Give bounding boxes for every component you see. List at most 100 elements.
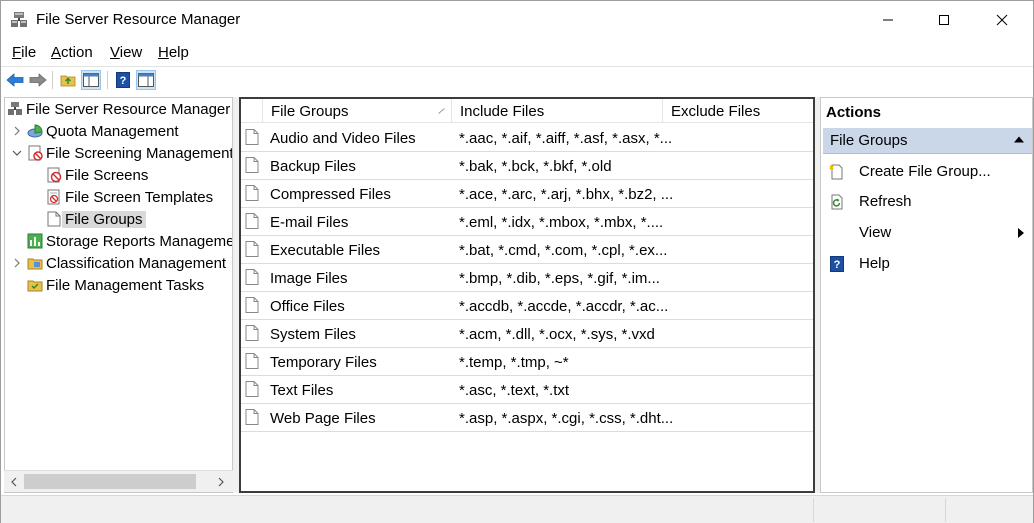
tree-item-file-groups[interactable]: File Groups <box>46 208 146 230</box>
action-view[interactable]: View <box>821 220 1032 246</box>
action-refresh[interactable]: Refresh <box>821 189 1032 215</box>
tree-item-storage-reports-management[interactable]: Storage Reports Manageme <box>27 230 232 252</box>
list-item[interactable]: System Files *.acm, *.dll, *.ocx, *.sys, … <box>241 320 813 348</box>
actions-title: Actions <box>826 104 882 121</box>
console-tree-icon <box>83 73 99 87</box>
file-group-name: Backup Files <box>270 158 356 175</box>
minimize-icon <box>883 19 893 21</box>
list-item[interactable]: Web Page Files *.asp, *.aspx, *.cgi, *.cs… <box>241 404 813 432</box>
list-item[interactable]: Office Files *.accdb, *.accde, *.accdr, *… <box>241 292 813 320</box>
list-item[interactable]: Temporary Files *.temp, *.tmp, ~* <box>241 348 813 376</box>
server-manager-icon <box>8 102 22 115</box>
actions-section-header[interactable]: File Groups <box>823 128 1032 154</box>
file-group-icon <box>245 297 259 313</box>
col-icon-header <box>241 99 263 123</box>
file-group-name: Image Files <box>270 270 348 287</box>
tree-item-file-screens[interactable]: File Screens <box>46 164 148 186</box>
scroll-right-icon[interactable] <box>214 474 228 490</box>
include-files-value: *.asp, *.aspx, *.cgi, *.css, *.dht... <box>459 410 674 427</box>
file-group-icon <box>245 213 259 229</box>
menu-help[interactable]: Help <box>158 44 189 61</box>
file-group-name: Compressed Files <box>270 186 391 203</box>
tree-item-quota-management[interactable]: Quota Management <box>11 120 179 142</box>
show-hide-console-tree-button[interactable] <box>81 70 101 90</box>
help-toolbar-button[interactable]: ? <box>113 70 133 90</box>
tree-root[interactable]: File Server Resource Manager ( <box>7 98 232 120</box>
file-group-icon <box>245 409 259 425</box>
sort-ascending-icon <box>438 108 445 114</box>
back-button[interactable] <box>5 70 25 90</box>
refresh-icon <box>831 194 843 210</box>
file-group-icon <box>245 381 259 397</box>
close-button[interactable] <box>979 1 1025 39</box>
up-one-level-button[interactable] <box>58 70 78 90</box>
action-help[interactable]: ? Help <box>821 251 1032 277</box>
tree-item-file-screening-management[interactable]: File Screening Management <box>11 142 232 164</box>
tree-item-classification-management[interactable]: Classification Management <box>11 252 226 274</box>
action-pane-icon <box>138 73 154 87</box>
scrollbar-thumb[interactable] <box>24 474 196 489</box>
scroll-left-icon[interactable] <box>7 474 21 490</box>
file-group-icon <box>245 353 259 369</box>
menu-view[interactable]: View <box>110 44 142 61</box>
maximize-icon <box>939 15 949 25</box>
collapse-triangle-icon[interactable] <box>1014 136 1024 143</box>
quota-icon <box>27 124 43 138</box>
chevron-right-icon[interactable] <box>11 125 23 137</box>
list-item[interactable]: Executable Files *.bat, *.cmd, *.com, *.c… <box>241 236 813 264</box>
title-bar: File Server Resource Manager <box>1 1 1033 39</box>
list-item[interactable]: E-mail Files *.eml, *.idx, *.mbox, *.mbx,… <box>241 208 813 236</box>
include-files-value: *.bak, *.bck, *.bkf, *.old <box>459 158 612 175</box>
list-header: File Groups Include Files Exclude Files <box>241 99 813 123</box>
show-hide-action-pane-button[interactable] <box>136 70 156 90</box>
chevron-down-icon[interactable] <box>11 147 23 159</box>
file-groups-list: File Groups Include Files Exclude Files … <box>239 97 815 493</box>
close-icon <box>996 14 1008 26</box>
file-group-name: Temporary Files <box>270 354 377 371</box>
include-files-value: *.eml, *.idx, *.mbox, *.mbx, *.... <box>459 214 664 231</box>
app-window: File Server Resource Manager File Action… <box>0 0 1034 523</box>
tree-item-file-management-tasks[interactable]: File Management Tasks <box>27 274 204 296</box>
toolbar: ? <box>1 66 1033 92</box>
svg-text:?: ? <box>120 75 127 87</box>
include-files-value: *.ace, *.arc, *.arj, *.bhx, *.bz2, ... <box>459 186 674 203</box>
storage-reports-icon <box>27 233 43 249</box>
status-segment <box>945 498 1033 522</box>
include-files-value: *.bmp, *.dib, *.eps, *.gif, *.im... <box>459 270 660 287</box>
file-screen-template-icon <box>47 189 60 205</box>
include-files-value: *.bat, *.cmd, *.com, *.cpl, *.ex... <box>459 242 668 259</box>
menu-action[interactable]: Action <box>51 44 93 61</box>
tree-item-file-screen-templates[interactable]: File Screen Templates <box>46 186 213 208</box>
help-book-icon: ? <box>116 72 130 88</box>
status-bar <box>1 495 1033 523</box>
minimize-button[interactable] <box>865 1 911 39</box>
chevron-right-icon[interactable] <box>11 257 23 269</box>
help-icon: ? <box>830 256 844 272</box>
col-header-exclude-files[interactable]: Exclude Files <box>663 99 813 123</box>
list-item[interactable]: Backup Files *.bak, *.bck, *.bkf, *.old <box>241 152 813 180</box>
file-group-name: Executable Files <box>270 242 381 259</box>
status-segment <box>813 498 945 522</box>
file-screen-icon <box>47 167 62 183</box>
list-item[interactable]: Text Files *.asc, *.text, *.txt <box>241 376 813 404</box>
action-create-file-group[interactable]: Create File Group... <box>821 159 1032 185</box>
forward-button[interactable] <box>28 70 48 90</box>
list-item[interactable]: Image Files *.bmp, *.dib, *.eps, *.gif, *… <box>241 264 813 292</box>
menu-file[interactable]: File <box>12 44 36 61</box>
file-group-icon <box>245 185 259 201</box>
file-group-icon <box>245 157 259 173</box>
tree-horizontal-scrollbar[interactable] <box>4 470 233 492</box>
list-item[interactable]: Audio and Video Files *.aac, *.aif, *.aif… <box>241 124 813 152</box>
col-header-include-files[interactable]: Include Files <box>452 99 663 123</box>
back-arrow-icon <box>6 73 24 87</box>
col-header-file-groups[interactable]: File Groups <box>263 99 452 123</box>
create-file-group-icon <box>829 164 843 180</box>
file-group-name: Web Page Files <box>270 410 376 427</box>
file-group-icon <box>47 211 61 227</box>
menu-bar: File Action View Help <box>1 41 1033 65</box>
file-group-name: Text Files <box>270 382 334 399</box>
forward-arrow-icon <box>29 73 47 87</box>
list-item[interactable]: Compressed Files *.ace, *.arc, *.arj, *.b… <box>241 180 813 208</box>
maximize-button[interactable] <box>921 1 967 39</box>
include-files-value: *.acm, *.dll, *.ocx, *.sys, *.vxd <box>459 326 655 343</box>
